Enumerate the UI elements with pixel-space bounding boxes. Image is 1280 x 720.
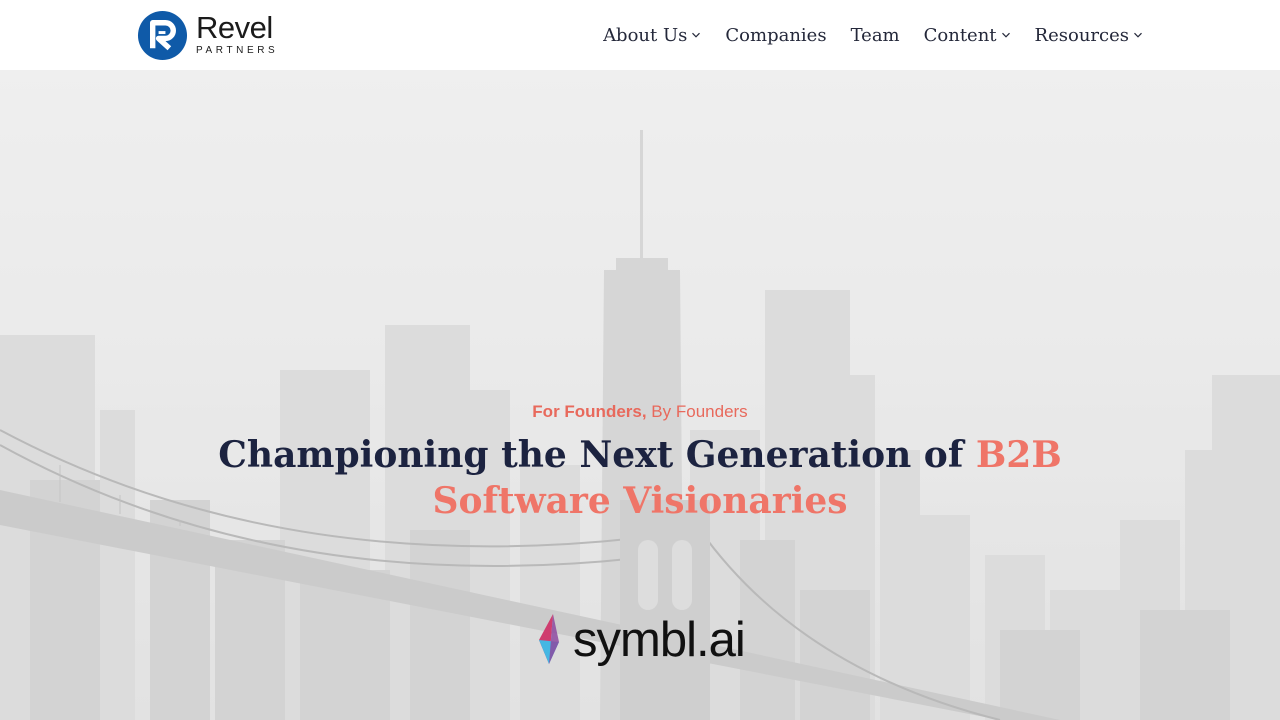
- hero-headline: Championing the Next Generation of B2B S…: [190, 432, 1090, 524]
- hero-section: For Founders, By Founders Championing th…: [0, 70, 1280, 720]
- eyebrow-rest: By Founders: [646, 402, 748, 421]
- logo-wordmark: Revel: [196, 10, 273, 45]
- nav-team[interactable]: Team: [851, 25, 900, 46]
- nav-content-label: Content: [923, 24, 997, 46]
- nav-resources-label: Resources: [1034, 24, 1129, 46]
- chevron-down-icon: [1001, 32, 1010, 38]
- nav-resources[interactable]: Resources: [1035, 25, 1143, 46]
- nav-about-us-label: About Us: [603, 24, 688, 46]
- chevron-down-icon: [1134, 32, 1142, 38]
- eyebrow-bold: For Founders,: [532, 402, 647, 421]
- nav-about-us[interactable]: About Us: [603, 25, 701, 46]
- nav-companies-label: Companies: [725, 24, 827, 46]
- site-header: Revel PARTNERS About Us Companies Team C…: [0, 0, 1280, 70]
- main-nav: About Us Companies Team Content Resource…: [603, 0, 1143, 70]
- logo-subtitle: PARTNERS: [196, 45, 279, 56]
- headline-main: Championing the Next Generation of: [218, 434, 976, 476]
- nav-team-label: Team: [850, 24, 900, 46]
- symbl-ai-logo[interactable]: symbl.ai: [535, 610, 750, 670]
- symbl-ai-wordmark: symbl.ai: [573, 613, 746, 667]
- nav-companies[interactable]: Companies: [725, 25, 826, 46]
- revel-r-logo-icon: [137, 10, 188, 60]
- chevron-down-icon: [692, 32, 701, 38]
- hero-eyebrow: For Founders, By Founders: [0, 402, 1280, 422]
- nav-content[interactable]: Content: [924, 25, 1011, 46]
- symbl-triangle-icon: [539, 614, 559, 664]
- revel-partners-logo[interactable]: Revel PARTNERS: [137, 9, 287, 61]
